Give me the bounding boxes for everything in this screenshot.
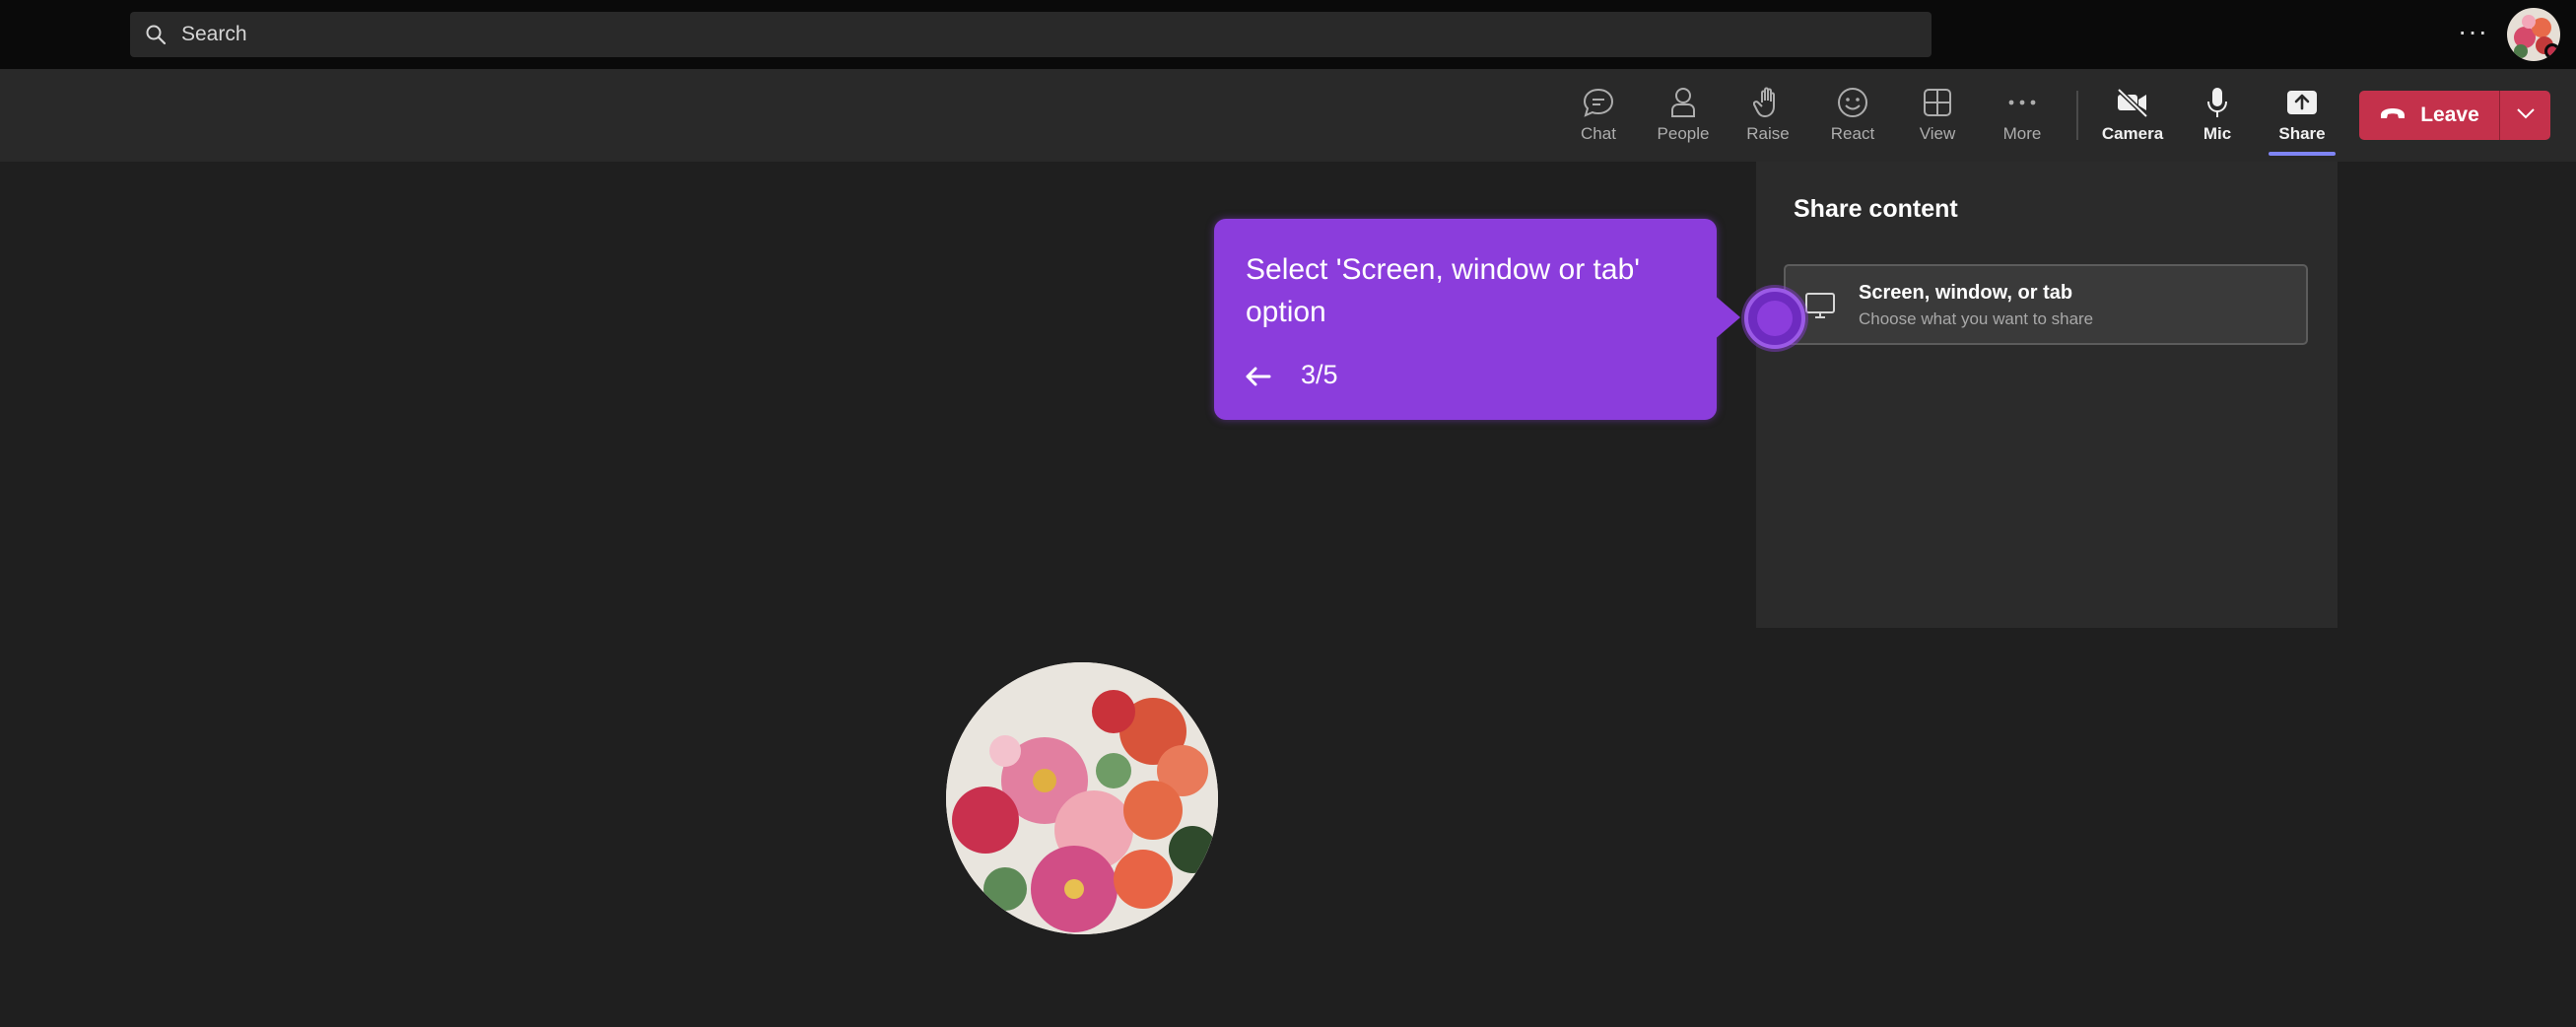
view-button[interactable]: View bbox=[1898, 85, 1977, 150]
participant-avatar bbox=[946, 662, 1218, 934]
more-options-icon[interactable]: ··· bbox=[2458, 16, 2488, 47]
view-label: View bbox=[1919, 124, 1956, 143]
status-badge bbox=[2544, 43, 2560, 59]
chat-label: Chat bbox=[1581, 124, 1616, 143]
option-subtitle: Choose what you want to share bbox=[1859, 309, 2094, 328]
mic-label: Mic bbox=[2203, 124, 2232, 143]
raise-label: Raise bbox=[1746, 124, 1790, 143]
camera-button[interactable]: Camera bbox=[2093, 85, 2172, 150]
chat-button[interactable]: Chat bbox=[1559, 85, 1638, 150]
react-button[interactable]: React bbox=[1813, 85, 1892, 150]
profile-avatar[interactable] bbox=[2507, 8, 2560, 61]
mic-button[interactable]: Mic bbox=[2178, 85, 2257, 150]
camera-off-icon bbox=[2113, 85, 2152, 120]
guide-hotspot[interactable] bbox=[1744, 288, 1805, 349]
camera-label: Camera bbox=[2101, 124, 2164, 143]
chat-icon bbox=[1579, 85, 1618, 120]
tooltip-arrow bbox=[1713, 294, 1740, 341]
ellipsis-icon bbox=[2002, 85, 2042, 120]
back-arrow-icon[interactable] bbox=[1244, 359, 1279, 394]
react-label: React bbox=[1830, 124, 1875, 143]
share-content-panel: Share content Screen, window, or tab Cho… bbox=[1756, 162, 2338, 628]
leave-label: Leave bbox=[2420, 103, 2479, 126]
monitor-icon bbox=[1803, 290, 1837, 321]
title-bar: Search ··· bbox=[0, 0, 2576, 69]
guide-tooltip: Select 'Screen, window or tab' option 3/… bbox=[1214, 219, 1740, 420]
smiley-icon bbox=[1833, 85, 1872, 120]
share-screen-option[interactable]: Screen, window, or tab Choose what you w… bbox=[1784, 264, 2308, 345]
phone-hangup-icon bbox=[2379, 106, 2407, 125]
toolbar-divider bbox=[2076, 91, 2078, 140]
people-label: People bbox=[1657, 124, 1710, 143]
more-label: More bbox=[2002, 124, 2042, 143]
guide-text: Select 'Screen, window or tab' option bbox=[1246, 253, 1640, 328]
search-icon bbox=[142, 21, 169, 48]
people-button[interactable]: People bbox=[1644, 85, 1723, 150]
search-box[interactable]: Search bbox=[130, 12, 1932, 57]
hotspot-dot bbox=[1757, 301, 1793, 336]
share-active-indicator bbox=[2269, 152, 2336, 156]
share-button[interactable]: Share bbox=[2263, 85, 2341, 150]
leave-options-button[interactable] bbox=[2500, 91, 2550, 140]
hand-icon bbox=[1748, 85, 1788, 120]
flowers-image bbox=[946, 662, 1218, 934]
search-placeholder: Search bbox=[181, 23, 247, 45]
chevron-down-icon bbox=[2516, 106, 2536, 124]
raise-hand-button[interactable]: Raise bbox=[1729, 85, 1807, 150]
grid-icon bbox=[1918, 85, 1957, 120]
panel-title: Share content bbox=[1794, 195, 1958, 223]
option-title: Screen, window, or tab bbox=[1859, 282, 2073, 304]
microphone-icon bbox=[2198, 85, 2237, 120]
share-tray-icon bbox=[2282, 85, 2322, 120]
step-counter: 3/5 bbox=[1301, 360, 1338, 389]
more-button[interactable]: More bbox=[1983, 85, 2062, 150]
leave-button[interactable]: Leave bbox=[2359, 91, 2499, 140]
share-label: Share bbox=[2278, 124, 2326, 143]
leave-button-group: Leave bbox=[2359, 91, 2550, 140]
people-icon bbox=[1663, 85, 1703, 120]
